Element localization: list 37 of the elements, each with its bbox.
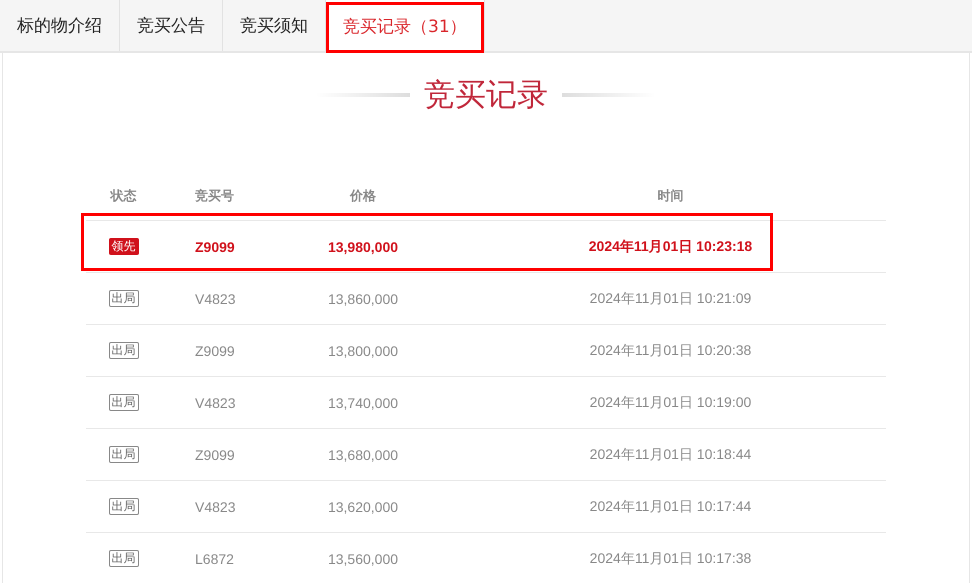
time-cell-text: 2024年11月01日 10:21:09 [588, 290, 752, 308]
status-tag: 领先 [108, 238, 138, 255]
price-cell-text: 13,980,000 [326, 238, 400, 254]
bidder-number: L6872 [194, 550, 235, 566]
bidder-number: V4823 [194, 290, 236, 306]
time-cell-text: 2024年11月01日 10:17:38 [588, 550, 752, 568]
column-header: 时间 [656, 187, 684, 205]
status-tag: 出局 [108, 342, 138, 359]
status-tag: 出局 [108, 498, 138, 515]
status-tag: 出局 [108, 446, 138, 463]
tab[interactable]: 竞买记录（31） [326, 0, 485, 53]
column-header: 状态 [108, 187, 138, 205]
bidder-number: Z9099 [194, 446, 236, 462]
price-cell-text: 13,800,000 [326, 342, 400, 358]
bidder-number: V4823 [194, 394, 236, 410]
price-cell-text: 13,680,000 [326, 446, 400, 462]
price-cell-text: 13,560,000 [326, 550, 400, 566]
time-cell-text: 2024年11月01日 10:19:00 [588, 394, 752, 412]
status-tag: 出局 [108, 550, 138, 567]
bidder-number: Z9099 [194, 238, 236, 254]
time-cell-text: 2024年11月01日 10:20:38 [588, 342, 752, 360]
status-tag: 出局 [108, 394, 138, 411]
status-tag: 出局 [108, 290, 138, 307]
price-cell-text: 13,740,000 [326, 394, 400, 410]
time-cell-text: 2024年11月01日 10:17:44 [588, 498, 752, 516]
bidder-number: V4823 [194, 498, 236, 514]
time-cell-text: 2024年11月01日 10:18:44 [588, 446, 752, 464]
bidder-number: Z9099 [194, 342, 236, 358]
section-title: 竞买记录 [424, 76, 548, 115]
tab[interactable]: 竞买公告 [120, 0, 223, 51]
time-cell-text: 2024年11月01日 10:23:18 [588, 238, 754, 256]
column-header: 价格 [348, 187, 377, 205]
tab[interactable]: 标的物介绍 [0, 0, 120, 51]
column-header: 竞买号 [194, 187, 235, 205]
price-cell-text: 13,860,000 [326, 290, 400, 306]
tab[interactable]: 竞买须知 [223, 0, 326, 51]
price-cell-text: 13,620,000 [326, 498, 400, 514]
